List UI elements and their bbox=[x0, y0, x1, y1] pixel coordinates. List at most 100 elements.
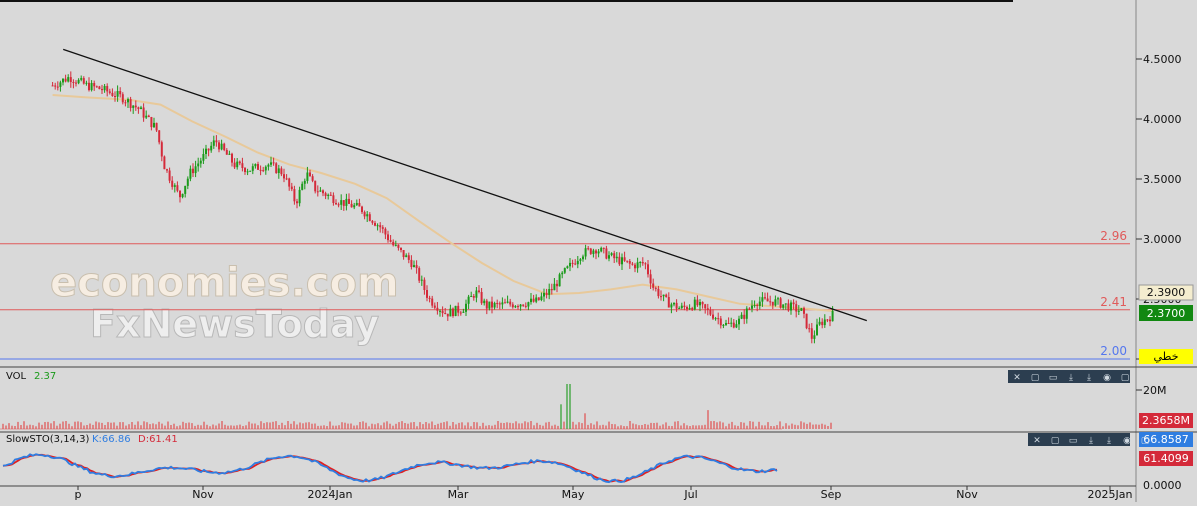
candle-body bbox=[199, 160, 202, 164]
candle-body bbox=[491, 301, 493, 308]
candle-body bbox=[649, 274, 652, 284]
candle-body bbox=[56, 86, 59, 88]
candle-body bbox=[410, 259, 413, 267]
candle-body bbox=[220, 143, 223, 150]
candle-body bbox=[332, 195, 335, 203]
candle-body bbox=[197, 163, 200, 167]
candle-body bbox=[457, 305, 460, 313]
candle-body bbox=[114, 96, 116, 97]
candle-body bbox=[433, 305, 436, 308]
candle-body bbox=[751, 305, 753, 309]
candle-body bbox=[402, 250, 405, 257]
toolbar-button-0[interactable]: ✕ bbox=[1013, 373, 1021, 383]
stoch-panel-toolbar: ✕ ▢ ▭ ⤓ ⤓ ◉ ▢ bbox=[1028, 433, 1149, 446]
candle-body bbox=[771, 301, 774, 306]
candle-body bbox=[233, 162, 236, 168]
toolbar-button-5[interactable]: ◉ bbox=[1103, 373, 1111, 383]
candle-body bbox=[353, 205, 356, 208]
candle-body bbox=[756, 305, 759, 306]
candle-body bbox=[309, 172, 311, 177]
toolbar-button-6[interactable]: ▢ bbox=[1141, 436, 1150, 446]
toolbar-button-4[interactable]: ⤓ bbox=[1087, 373, 1091, 383]
toolbar-button-0[interactable]: ✕ bbox=[1033, 436, 1041, 446]
candle-body bbox=[686, 307, 688, 310]
toolbar-bg bbox=[1028, 433, 1130, 446]
candle-body bbox=[129, 99, 132, 108]
candle-body bbox=[610, 253, 613, 256]
candle-body bbox=[192, 168, 194, 174]
candle-body bbox=[272, 162, 275, 164]
candle-body bbox=[168, 170, 171, 181]
candle-body bbox=[439, 310, 441, 312]
candle-body bbox=[103, 86, 106, 91]
candle-body bbox=[730, 322, 733, 324]
x-tick-1: Nov bbox=[192, 488, 214, 501]
candle-body bbox=[262, 170, 265, 172]
price-tick-2: 3.5000 bbox=[1143, 173, 1182, 186]
candle-body bbox=[335, 203, 337, 205]
candle-body bbox=[444, 313, 447, 314]
candle-body bbox=[231, 153, 233, 163]
toolbar-button-4[interactable]: ⤓ bbox=[1107, 436, 1111, 446]
candle-body bbox=[238, 161, 241, 164]
candle-body bbox=[662, 294, 665, 297]
candle-body bbox=[615, 256, 618, 259]
candle-body bbox=[680, 305, 683, 308]
candle-body bbox=[244, 168, 246, 172]
candle-body bbox=[194, 166, 197, 174]
candle-body bbox=[363, 212, 366, 217]
candle-body bbox=[725, 323, 727, 325]
candle-body bbox=[179, 190, 181, 198]
price-tick-1: 4.0000 bbox=[1143, 113, 1182, 126]
price-tag-last: 2.3700 bbox=[1139, 305, 1193, 321]
toolbar-button-6[interactable]: ▢ bbox=[1121, 373, 1130, 383]
candle-body bbox=[210, 145, 213, 151]
volume-panel-toolbar: ✕ ▢ ▭ ⤓ ⤓ ◉ ▢ bbox=[1008, 370, 1130, 383]
candle-body bbox=[108, 91, 111, 93]
toolbar-button-3[interactable]: ⤓ bbox=[1069, 373, 1073, 383]
candle-body bbox=[829, 319, 831, 322]
candle-body bbox=[478, 290, 480, 292]
candle-body bbox=[517, 306, 519, 308]
candle-body bbox=[101, 89, 103, 91]
candle-body bbox=[275, 163, 278, 173]
candle-body bbox=[600, 247, 603, 252]
candle-body bbox=[784, 303, 787, 305]
candle-body bbox=[735, 324, 738, 328]
volume-y-tick: 20M bbox=[1143, 384, 1167, 397]
candle-body bbox=[452, 308, 454, 316]
stoch-k-text: K:66.86 bbox=[92, 434, 131, 445]
candle-body bbox=[769, 301, 772, 303]
candle-body bbox=[787, 303, 790, 311]
candle-body bbox=[608, 255, 610, 259]
candle-body bbox=[324, 193, 327, 196]
stoch-k-tag: 66.8587 bbox=[1143, 433, 1189, 446]
candle-body bbox=[462, 311, 465, 313]
candle-body bbox=[415, 265, 418, 269]
candle-body bbox=[553, 283, 556, 291]
candle-body bbox=[514, 306, 517, 308]
candle-body bbox=[561, 272, 564, 275]
x-tick-6: Sep bbox=[821, 488, 842, 501]
candle-body bbox=[111, 92, 114, 96]
volume-tag: 2.3658M bbox=[1142, 414, 1190, 427]
candle-body bbox=[420, 279, 423, 281]
toolbar-button-1[interactable]: ▢ bbox=[1031, 373, 1040, 383]
toolbar-button-5[interactable]: ◉ bbox=[1123, 436, 1131, 446]
candle-body bbox=[678, 308, 681, 309]
candle-body bbox=[563, 268, 566, 273]
candle-body bbox=[631, 263, 634, 265]
watermark: economies.com FxNewsToday bbox=[50, 260, 400, 347]
toolbar-button-1[interactable]: ▢ bbox=[1051, 436, 1060, 446]
candle-body bbox=[218, 142, 220, 150]
candle-body bbox=[613, 253, 616, 259]
candle-body bbox=[618, 256, 621, 265]
candle-body bbox=[506, 301, 509, 303]
toolbar-button-2[interactable]: ▭ bbox=[1069, 436, 1078, 446]
candle-body bbox=[556, 283, 558, 287]
candle-body bbox=[374, 222, 376, 226]
candle-body bbox=[743, 314, 746, 319]
toolbar-button-3[interactable]: ⤓ bbox=[1089, 436, 1093, 446]
candle-body bbox=[171, 180, 174, 187]
toolbar-button-2[interactable]: ▭ bbox=[1049, 373, 1058, 383]
